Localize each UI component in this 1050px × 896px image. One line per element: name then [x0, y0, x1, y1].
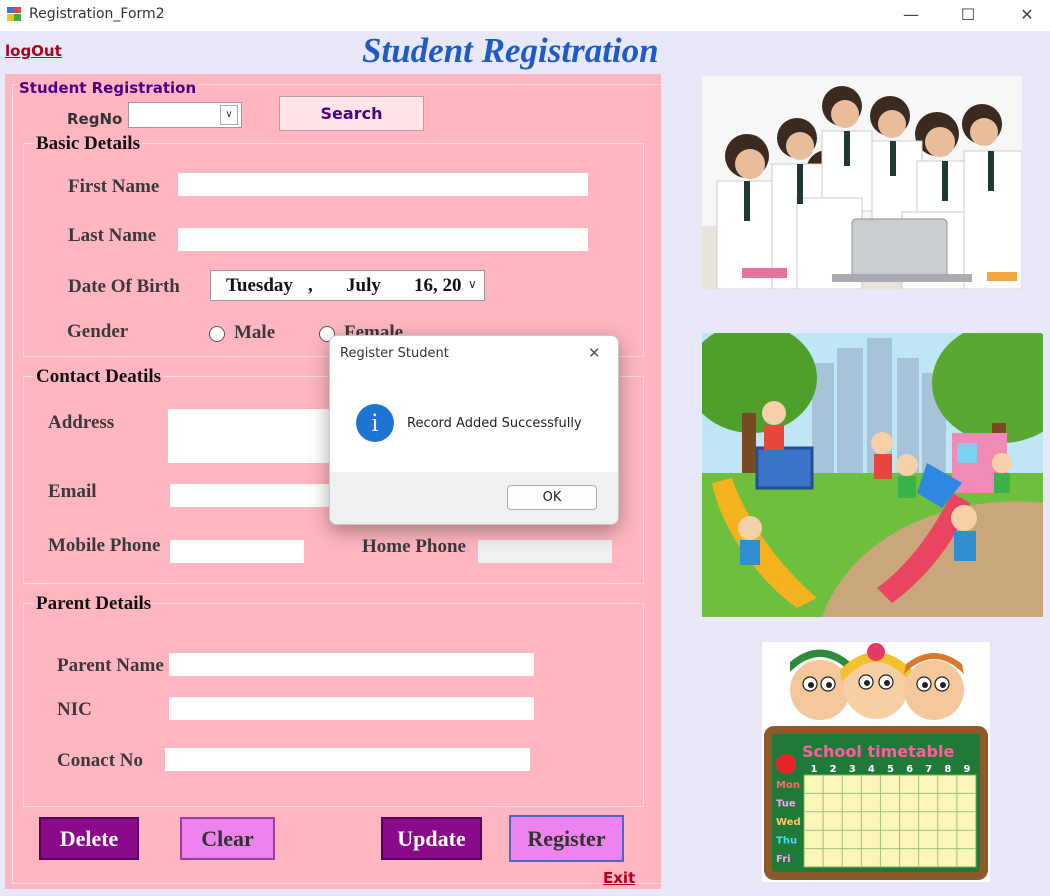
update-button[interactable]: Update: [381, 817, 482, 860]
chevron-down-icon[interactable]: ∨: [468, 277, 477, 291]
timetable-col-label: 2: [830, 764, 837, 775]
timetable-col-label: 9: [963, 764, 970, 775]
dialog-message: Record Added Successfully: [407, 416, 582, 431]
chevron-down-icon[interactable]: ∨: [220, 105, 238, 125]
parent-details-title: Parent Details: [34, 593, 154, 615]
contact-details-title: Contact Deatils: [34, 366, 164, 388]
maximize-button[interactable]: ☐: [945, 0, 991, 31]
close-window-button[interactable]: ✕: [1004, 0, 1050, 31]
clear-button[interactable]: Clear: [180, 817, 275, 860]
minimize-button[interactable]: —: [888, 0, 934, 31]
timetable-col-label: 7: [925, 764, 932, 775]
timetable-title: School timetable: [802, 742, 954, 761]
contact-no-input[interactable]: [165, 748, 530, 771]
timetable-col-label: 1: [811, 764, 818, 775]
timetable-row-label: Wed: [776, 817, 801, 828]
home-phone-label: Home Phone: [362, 536, 466, 557]
school-timetable-image: School timetable 1 2 3 4 5 6 7 8 9 Mon Tue Wed Thu F…: [762, 642, 990, 882]
register-student-dialog: Register Student ✕ i Record Added Succes…: [329, 335, 619, 525]
mobile-phone-label: Mobile Phone: [48, 535, 161, 556]
timetable-col-label: 5: [887, 764, 894, 775]
first-name-label: First Name: [68, 176, 160, 197]
timetable-row-label: Tue: [776, 799, 796, 810]
basic-details-title: Basic Details: [34, 133, 142, 155]
mobile-phone-input[interactable]: [170, 540, 304, 563]
exit-link[interactable]: Exit: [603, 869, 635, 887]
email-label: Email: [48, 481, 97, 502]
timetable-row-label: Thu: [776, 835, 797, 846]
search-button[interactable]: Search: [279, 96, 424, 131]
dob-date: 16, 20: [414, 275, 462, 296]
regno-label: RegNo: [67, 110, 123, 128]
timetable-col-label: 4: [868, 764, 875, 775]
address-label: Address: [48, 412, 115, 433]
home-phone-input[interactable]: [478, 540, 612, 563]
delete-button[interactable]: Delete: [39, 817, 139, 860]
nic-label: NIC: [57, 699, 92, 720]
logout-link[interactable]: logOut: [5, 42, 62, 60]
student-registration-group-title: Student Registration: [18, 79, 198, 97]
timetable-col-label: 6: [906, 764, 913, 775]
ok-button[interactable]: OK: [507, 485, 597, 510]
timetable-row-label: Mon: [776, 780, 800, 791]
dialog-title: Register Student: [340, 346, 449, 361]
window-title: Registration_Form2: [29, 6, 165, 22]
register-button[interactable]: Register: [509, 815, 624, 862]
dialog-close-button[interactable]: ✕: [588, 344, 601, 362]
nic-input[interactable]: [169, 697, 534, 720]
dob-month: July: [346, 275, 381, 296]
parent-name-input[interactable]: [169, 653, 534, 676]
window-titlebar: Registration_Form2 — ☐ ✕: [0, 0, 1050, 31]
dob-datepicker[interactable]: Tuesday , July 16, 20 ∨: [210, 270, 485, 301]
page-title: Student Registration: [362, 31, 659, 70]
timetable-row-label: Fri: [776, 854, 791, 865]
students-laptop-image: [702, 76, 1022, 289]
dob-separator: ,: [308, 275, 313, 296]
info-icon: i: [356, 404, 394, 442]
dob-label: Date Of Birth: [68, 276, 180, 297]
last-name-input[interactable]: [178, 228, 588, 251]
first-name-input[interactable]: [178, 173, 588, 196]
timetable-col-label: 8: [944, 764, 951, 775]
playground-image: [702, 333, 1043, 617]
app-icon: [6, 6, 22, 22]
parent-name-label: Parent Name: [57, 655, 164, 676]
male-radio[interactable]: [209, 326, 225, 342]
dob-day: Tuesday: [226, 275, 293, 296]
last-name-label: Last Name: [68, 225, 157, 246]
gender-label: Gender: [67, 321, 129, 342]
contact-no-label: Conact No: [57, 750, 144, 771]
timetable-col-label: 3: [849, 764, 856, 775]
regno-combobox[interactable]: ∨: [128, 102, 242, 128]
male-label[interactable]: Male: [234, 322, 275, 344]
